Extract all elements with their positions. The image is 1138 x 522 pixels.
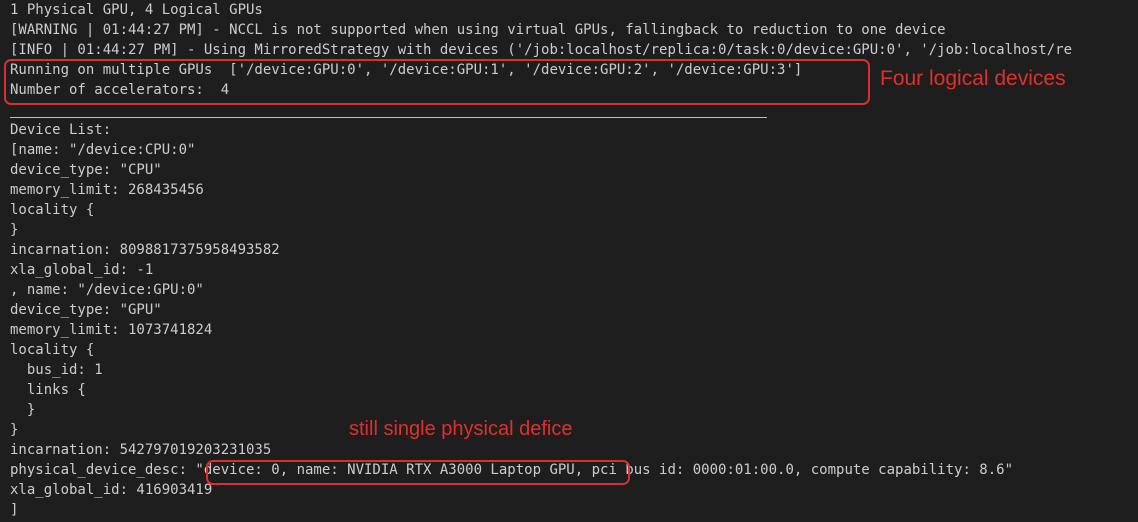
terminal-line: } — [10, 422, 19, 438]
separator-line — [10, 117, 767, 118]
terminal-line: incarnation: 542797019203231035 — [10, 442, 272, 458]
terminal-line: [WARNING | 01:44:27 PM] - NCCL is not su… — [10, 22, 946, 38]
terminal-line: } — [10, 402, 36, 418]
terminal-line: } — [10, 222, 19, 238]
terminal-line: [INFO | 01:44:27 PM] - Using MirroredStr… — [10, 42, 1073, 58]
terminal-output: 1 Physical GPU, 4 Logical GPUs [WARNING … — [0, 0, 1138, 522]
terminal-line: memory_limit: 1073741824 — [10, 322, 213, 338]
terminal-line: bus_id: 1 — [10, 362, 103, 378]
terminal-line: locality { — [10, 342, 95, 358]
single-physical-device-annotation: still single physical defice — [349, 418, 573, 440]
terminal-line: locality { — [10, 202, 95, 218]
terminal-line: [name: "/device:CPU:0" — [10, 142, 196, 158]
terminal-line: ] — [10, 502, 19, 518]
physical-device-highlight-box — [206, 460, 630, 485]
terminal-line: device_type: "CPU" — [10, 162, 162, 178]
terminal-line: xla_global_id: -1 — [10, 262, 154, 278]
terminal-line: 1 Physical GPU, 4 Logical GPUs — [10, 2, 263, 18]
logical-devices-highlight-box — [4, 59, 870, 105]
terminal-line: xla_global_id: 416903419 — [10, 482, 213, 498]
terminal-line: links { — [10, 382, 86, 398]
terminal-line: memory_limit: 268435456 — [10, 182, 204, 198]
terminal-line: , name: "/device:GPU:0" — [10, 282, 204, 298]
terminal-line: device_type: "GPU" — [10, 302, 162, 318]
terminal-line: Device List: — [10, 122, 112, 138]
terminal-line: incarnation: 8098817375958493582 — [10, 242, 280, 258]
four-logical-devices-annotation: Four logical devices — [880, 67, 1066, 90]
